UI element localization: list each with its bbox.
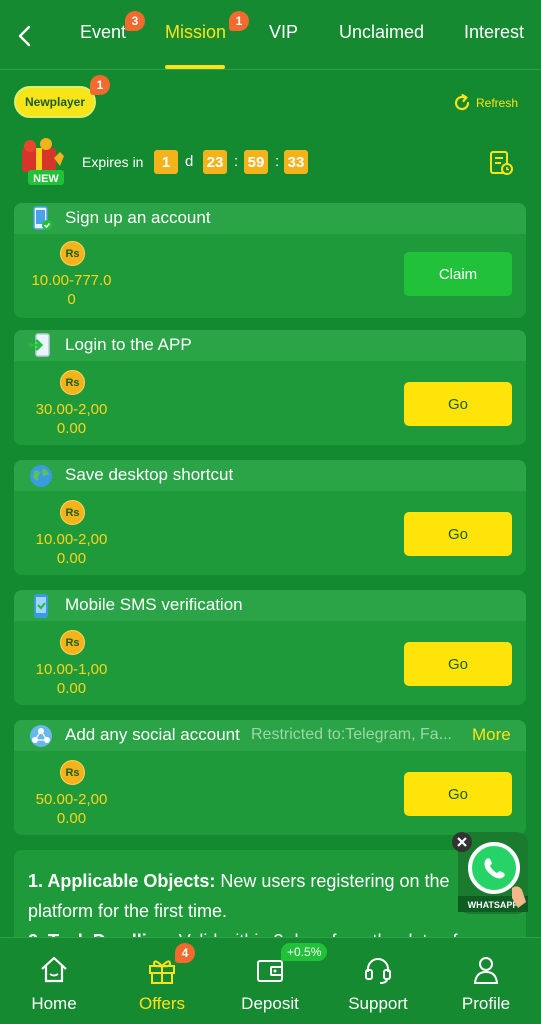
nav-label: Profile <box>461 994 511 1013</box>
newplayer-button[interactable]: Newplayer <box>14 86 96 118</box>
sms-phone-icon <box>28 593 54 619</box>
tab-event[interactable]: Event <box>80 22 126 52</box>
refresh-icon <box>454 93 470 111</box>
time-separator: : <box>275 153 280 170</box>
reward-amount: 10.00-2,00 0.00 <box>35 531 108 567</box>
top-navigation-bar: Event 3 Mission 1 VIP Unclaimed Interest <box>0 0 541 70</box>
go-button[interactable]: Go <box>404 772 512 816</box>
tab-unclaimed[interactable]: Unclaimed <box>339 22 424 52</box>
coin-icon: Rs <box>60 760 85 785</box>
expiry-row: NEW Expires in 1 d 23 : 59 : 33 <box>16 138 526 188</box>
mission-card: Sign up an account Rs 10.00-777.0 0 Claim <box>14 203 526 318</box>
claim-button[interactable]: Claim <box>404 252 512 296</box>
mission-card: Login to the APP Rs 30.00-2,00 0.00 Go <box>14 330 526 445</box>
home-icon <box>41 956 67 983</box>
rules-panel: 1. Applicable Objects: New users registe… <box>14 850 526 950</box>
hours-value: 23 <box>203 150 227 174</box>
nav-label: Home <box>31 994 77 1013</box>
reward-amount: 10.00-1,00 0.00 <box>35 661 108 697</box>
reward-amount: 10.00-777.0 0 <box>31 272 112 308</box>
login-phone-icon <box>28 333 54 359</box>
chevron-left-icon <box>18 25 31 47</box>
mission-title: Add any social account <box>65 725 240 744</box>
mission-card: Save desktop shortcut Rs 10.00-2,00 0.00 … <box>14 460 526 575</box>
nav-label: Deposit <box>241 994 299 1013</box>
refresh-button[interactable]: Refresh <box>452 92 518 114</box>
nav-label: Offers <box>139 994 185 1013</box>
active-tab-indicator <box>165 65 225 69</box>
nav-offers[interactable]: Offers <box>108 938 216 1024</box>
go-button[interactable]: Go <box>404 642 512 686</box>
user-icon <box>473 957 499 984</box>
restricted-note: Restricted to:Telegram, Fa... <box>251 726 452 743</box>
mission-card: Mobile SMS verification Rs 10.00-1,00 0.0… <box>14 590 526 705</box>
minutes-value: 59 <box>244 150 268 174</box>
more-link[interactable]: More <box>472 725 511 745</box>
coin-icon: Rs <box>60 500 85 525</box>
days-unit: d <box>185 153 194 170</box>
days-value: 1 <box>154 150 178 174</box>
refresh-label: Refresh <box>476 96 519 110</box>
whatsapp-label: WHATSAPP <box>468 900 519 910</box>
mission-badge: 1 <box>229 11 249 31</box>
mission-card: Add any social account Restricted to:Tel… <box>14 720 526 835</box>
coin-icon: Rs <box>60 370 85 395</box>
gift-icon <box>149 960 175 984</box>
tab-vip[interactable]: VIP <box>269 22 298 52</box>
mission-title: Save desktop shortcut <box>65 465 234 484</box>
back-button[interactable] <box>12 22 36 50</box>
reward-amount: 50.00-2,00 0.00 <box>35 791 108 827</box>
newplayer-badge: 1 <box>90 75 110 95</box>
coin-icon: Rs <box>60 630 85 655</box>
coin-icon: Rs <box>60 241 85 266</box>
globe-icon <box>28 463 54 489</box>
rule-heading: 1. Applicable Objects: <box>28 871 216 891</box>
task-list-icon[interactable] <box>488 150 514 176</box>
offers-badge: 4 <box>175 943 195 963</box>
whatsapp-float-button[interactable]: WHATSAPP <box>452 828 536 918</box>
new-gift-icon: NEW <box>16 138 76 188</box>
reward-amount: 30.00-2,00 0.00 <box>35 401 108 437</box>
phone-check-icon <box>28 206 54 232</box>
nav-home[interactable]: Home <box>0 938 108 1024</box>
mission-title: Login to the APP <box>65 335 192 354</box>
event-badge: 3 <box>125 11 145 31</box>
new-label: NEW <box>33 173 59 185</box>
social-icon <box>28 723 54 749</box>
go-button[interactable]: Go <box>404 382 512 426</box>
mission-title: Sign up an account <box>65 208 211 227</box>
nav-profile[interactable]: Profile <box>432 938 540 1024</box>
deposit-bonus-badge: +0.5% <box>281 943 328 961</box>
tab-mission[interactable]: Mission <box>165 22 226 52</box>
bottom-navigation: Home Offers Deposit Support Profile <box>0 937 541 1024</box>
mission-title: Mobile SMS verification <box>65 595 243 614</box>
nav-support[interactable]: Support <box>324 938 432 1024</box>
expires-label: Expires in <box>82 154 144 170</box>
nav-label: Support <box>348 994 408 1013</box>
seconds-value: 33 <box>284 150 308 174</box>
headset-icon <box>365 958 391 984</box>
time-separator: : <box>234 153 239 170</box>
tab-interest[interactable]: Interest <box>464 22 524 52</box>
go-button[interactable]: Go <box>404 512 512 556</box>
